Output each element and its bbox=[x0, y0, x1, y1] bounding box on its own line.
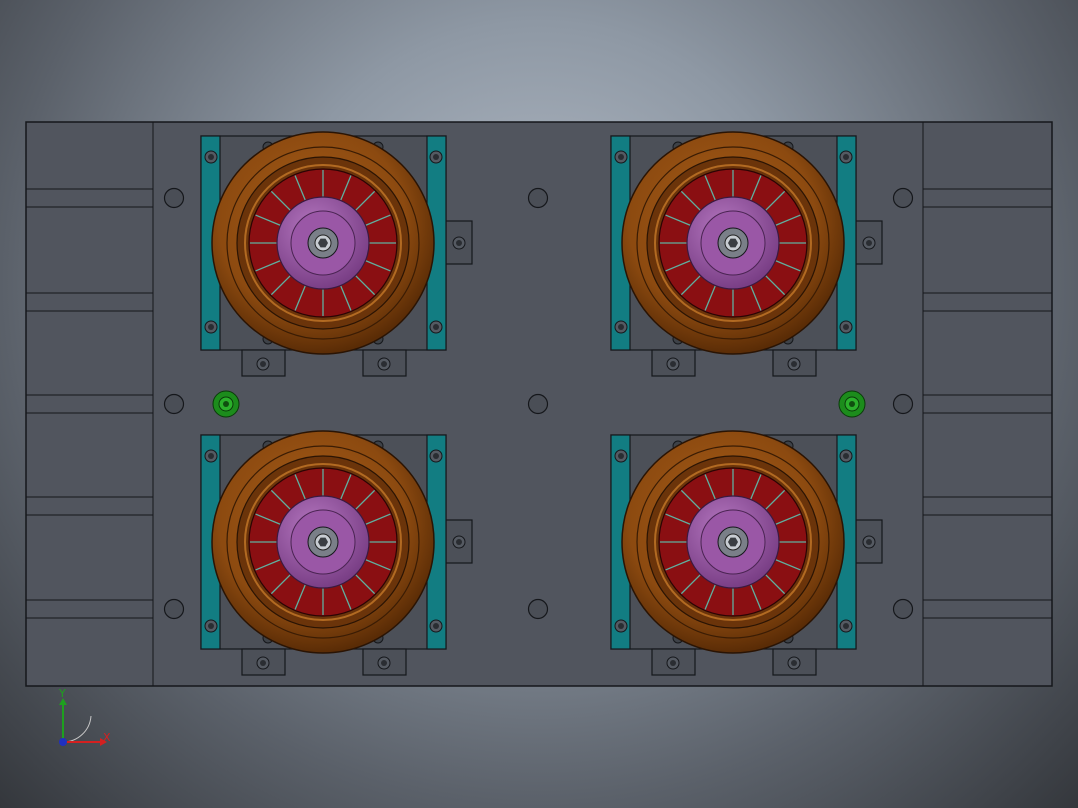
bolt-hole-icon bbox=[429, 449, 443, 463]
plate-hole bbox=[527, 187, 549, 209]
bolt-hole-icon bbox=[787, 357, 801, 371]
bolt-hole-icon bbox=[839, 449, 853, 463]
bolt-hole-icon bbox=[614, 619, 628, 633]
wheel-assembly-bottom-right[interactable] bbox=[610, 430, 883, 676]
plate-hole bbox=[892, 393, 914, 415]
wheel-assembly-bottom-left[interactable] bbox=[200, 430, 473, 676]
axis-triad-icon: X Y bbox=[58, 687, 111, 746]
bolt-hole-icon bbox=[204, 320, 218, 334]
bolt-hole-icon bbox=[839, 619, 853, 633]
y-axis-label: Y bbox=[58, 687, 66, 700]
fitting-left[interactable] bbox=[212, 390, 240, 418]
bolt-hole-icon bbox=[256, 357, 270, 371]
bolt-hole-icon bbox=[429, 619, 443, 633]
bolt-hole-icon bbox=[204, 449, 218, 463]
wheel-assembly-icon bbox=[211, 131, 435, 355]
bolt-hole-icon bbox=[377, 656, 391, 670]
plate-hole bbox=[527, 598, 549, 620]
bolt-hole-icon bbox=[839, 320, 853, 334]
bolt-hole-icon bbox=[429, 150, 443, 164]
bolt-hole-icon bbox=[204, 150, 218, 164]
x-axis-label: X bbox=[103, 731, 111, 744]
bolt-hole-icon bbox=[666, 656, 680, 670]
plate-hole bbox=[163, 598, 185, 620]
fitting-right[interactable] bbox=[838, 390, 866, 418]
bolt-hole-icon bbox=[839, 150, 853, 164]
bolt-hole-icon bbox=[204, 619, 218, 633]
plate-hole bbox=[163, 393, 185, 415]
cad-viewport[interactable]: X Y bbox=[0, 0, 1078, 808]
plate-hole bbox=[527, 393, 549, 415]
bolt-hole-icon bbox=[862, 535, 876, 549]
bolt-hole-icon bbox=[377, 357, 391, 371]
bolt-hole-icon bbox=[256, 656, 270, 670]
wheel-assembly-icon bbox=[621, 430, 845, 654]
wheel-assembly-top-left[interactable] bbox=[200, 131, 473, 377]
bolt-hole-icon bbox=[614, 449, 628, 463]
plate-hole bbox=[163, 187, 185, 209]
bolt-hole-icon bbox=[429, 320, 443, 334]
z-axis-dot bbox=[59, 738, 67, 746]
bolt-hole-icon bbox=[862, 236, 876, 250]
bolt-hole-icon bbox=[452, 236, 466, 250]
plate-hole bbox=[892, 598, 914, 620]
bolt-hole-icon bbox=[614, 150, 628, 164]
bolt-hole-icon bbox=[452, 535, 466, 549]
bolt-hole-icon bbox=[787, 656, 801, 670]
plate-hole bbox=[892, 187, 914, 209]
wheel-assembly-icon bbox=[621, 131, 845, 355]
bolt-hole-icon bbox=[666, 357, 680, 371]
wheel-assembly-top-right[interactable] bbox=[610, 131, 883, 377]
bolt-hole-icon bbox=[614, 320, 628, 334]
wheel-assembly-icon bbox=[211, 430, 435, 654]
